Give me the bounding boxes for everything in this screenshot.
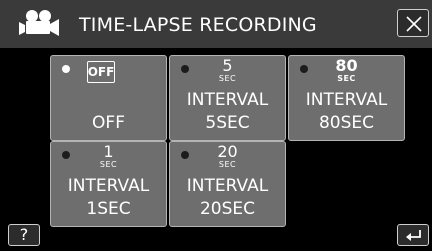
interval-unit: SEC bbox=[218, 74, 237, 83]
option-sublabel: 20SEC bbox=[199, 199, 256, 219]
interval-unit: SEC bbox=[99, 160, 118, 169]
option-label: INTERVAL bbox=[186, 90, 269, 110]
option-sublabel: 80SEC bbox=[318, 113, 375, 133]
off-badge: OFF bbox=[87, 61, 115, 83]
option-sublabel: 5SEC bbox=[205, 113, 250, 133]
movie-camera-icon bbox=[19, 8, 61, 42]
selected-indicator bbox=[62, 65, 70, 73]
option-sublabel: 1SEC bbox=[86, 199, 131, 219]
back-button[interactable] bbox=[397, 224, 429, 246]
interval-value: 80 bbox=[335, 56, 358, 75]
interval-value: 20 bbox=[217, 142, 238, 161]
option-label: INTERVAL bbox=[67, 176, 150, 196]
interval-unit: SEC bbox=[337, 74, 356, 83]
option-off-button[interactable]: OFF OFF bbox=[50, 55, 167, 141]
interval-unit: SEC bbox=[218, 160, 237, 169]
option-interval-20sec-button[interactable]: 20 SEC INTERVAL 20SEC bbox=[169, 141, 286, 227]
interval-value: 5 bbox=[222, 56, 233, 75]
option-interval-1sec-button[interactable]: 1 SEC INTERVAL 1SEC bbox=[50, 141, 167, 227]
option-label: OFF bbox=[92, 113, 125, 133]
page-title: TIME-LAPSE RECORDING bbox=[79, 14, 317, 36]
header-bar: TIME-LAPSE RECORDING bbox=[0, 0, 432, 48]
option-label: INTERVAL bbox=[186, 176, 269, 196]
option-interval-80sec-button[interactable]: 80 SEC INTERVAL 80SEC bbox=[288, 55, 405, 141]
close-button[interactable] bbox=[397, 9, 429, 37]
help-button[interactable]: ? bbox=[8, 224, 40, 246]
option-label: INTERVAL bbox=[305, 90, 388, 110]
interval-value: 1 bbox=[103, 142, 114, 161]
option-interval-5sec-button[interactable]: 5 SEC INTERVAL 5SEC bbox=[169, 55, 286, 141]
